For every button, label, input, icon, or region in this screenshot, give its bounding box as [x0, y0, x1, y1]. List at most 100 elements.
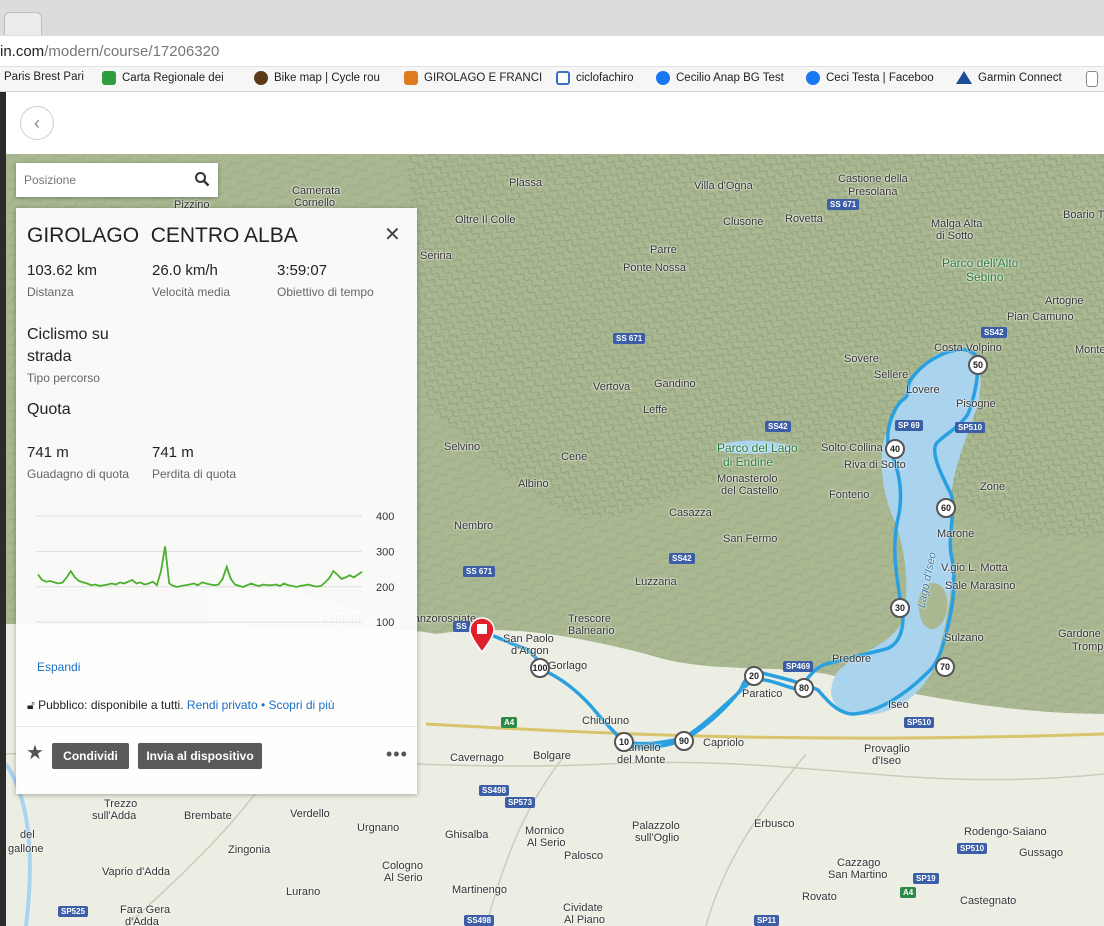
distance-label: Distanza [27, 285, 74, 299]
speed-label: Velocità media [152, 285, 231, 299]
map-place-label: Predore [832, 653, 872, 665]
map-place-label: Urgnano [357, 822, 400, 834]
send-to-device-button[interactable]: Invia al dispositivo [138, 743, 262, 769]
map-place-label: Mornico [525, 825, 565, 837]
map-place-label: Bolgare [533, 750, 571, 762]
road-shield: SS498 [479, 785, 510, 796]
map-place-label: Al Serio [384, 872, 423, 884]
map-place-label: Brembate [184, 810, 232, 822]
map-place-label: Selvino [444, 441, 481, 453]
map-place-label: Iseo [888, 699, 909, 711]
km-marker[interactable]: 70 [935, 657, 955, 677]
map-place-label: Riva di Solto [844, 459, 906, 471]
map-place-label: Gardone [1058, 628, 1101, 640]
facebook-icon [806, 71, 820, 85]
map-place-label: Trescore [568, 613, 611, 625]
road-shield: SP525 [58, 906, 89, 917]
bookmark-cecilio[interactable]: Cecilio Anap BG Test [656, 71, 784, 85]
map-place-label: Monasterolo [717, 473, 778, 485]
more-options-icon[interactable]: ••• [386, 744, 408, 765]
slash-icon [404, 71, 418, 85]
km-marker[interactable]: 50 [968, 355, 988, 375]
map-place-label: Trezzo [104, 798, 138, 810]
map-place-label: Capriolo [703, 737, 744, 749]
make-private-link[interactable]: Rendi privato [187, 698, 258, 712]
road-shield: SS 671 [463, 566, 496, 577]
url-text[interactable]: in.com/modern/course/17206320 [0, 43, 219, 60]
course-panel: GIROLAGO CENTRO ALBA ✕ 103.62 km Distanz… [16, 208, 417, 794]
back-button[interactable]: ‹ [20, 106, 54, 140]
km-marker[interactable]: 60 [936, 498, 956, 518]
km-marker[interactable]: 30 [890, 598, 910, 618]
speed-value: 26.0 km/h [152, 262, 218, 279]
bookmark-label: ciclofachiro [576, 72, 634, 84]
park-label: Sebino [966, 270, 1004, 284]
time-label: Obiettivo di tempo [277, 285, 374, 299]
expand-link[interactable]: Espandi [37, 660, 80, 674]
map-place-label: sull'Adda [92, 810, 137, 822]
close-icon[interactable]: ✕ [384, 222, 401, 247]
km-marker[interactable]: 40 [885, 439, 905, 459]
km-marker[interactable]: 20 [744, 666, 764, 686]
map-place-label: Martinengo [452, 884, 508, 896]
map-place-label: Sale Marasino [945, 580, 1016, 592]
search-icon[interactable] [194, 171, 210, 187]
public-text: Pubblico: disponibile a tutti. [38, 698, 184, 712]
map-place-label: Gorlago [548, 660, 588, 672]
facebook-icon [656, 71, 670, 85]
map-place-label: Vertova [593, 381, 631, 393]
address-bar[interactable]: in.com/modern/course/17206320 [0, 36, 1104, 67]
y-tick-label: 300 [376, 546, 394, 558]
map-place-label: di Sotto [936, 230, 974, 242]
start-pin-icon[interactable] [468, 617, 496, 653]
bookmark-paris-brest[interactable]: Paris Brest Pari [4, 71, 84, 83]
bookmark-ceci-testa[interactable]: Ceci Testa | Faceboo [806, 71, 934, 85]
map-place-label: Paratico [742, 688, 783, 700]
course-type-value: Ciclismo su strada [27, 326, 109, 365]
y-tick-label: 200 [376, 582, 394, 594]
bookmark-ciclofachiro[interactable]: ciclofachiro [556, 71, 634, 85]
map-place-label: Erbusco [754, 818, 795, 830]
map-place-label: Sellere [874, 369, 909, 381]
map-place-label: Artogne [1045, 295, 1084, 307]
location-search[interactable]: Posizione [16, 163, 218, 197]
road-shield: SS498 [464, 915, 495, 926]
map-place-label: Fara Gera [120, 904, 171, 916]
road-shield: SS42 [981, 327, 1007, 338]
bookmark-overflow[interactable] [1086, 71, 1104, 87]
bookmark-carta-regionale[interactable]: Carta Regionale dei [102, 71, 224, 85]
browser-tab-strip [0, 0, 1104, 37]
km-marker[interactable]: 90 [674, 731, 694, 751]
bookmark-bike-map[interactable]: Bike map | Cycle rou [254, 71, 380, 85]
map-place-label: Zone [980, 481, 1006, 493]
browser-tab[interactable] [4, 12, 42, 35]
km-marker[interactable]: 10 [614, 732, 634, 752]
map-place-label: Oltre Il Colle [455, 214, 516, 226]
map-place-label: Luzzana [635, 576, 677, 588]
map-place-label: Gandino [654, 378, 696, 390]
km-marker[interactable]: 100 [530, 658, 550, 678]
y-tick-label: 400 [376, 511, 394, 523]
bookmark-label: Paris Brest Pari [4, 71, 84, 83]
map-place-label: Cologno [382, 860, 423, 872]
map-place-label: Pian Camuno [1007, 311, 1074, 323]
map-place-label: Castegnato [960, 895, 1017, 907]
map-place-label: Villa d'Ogna [694, 180, 753, 192]
map-place-label: del [20, 829, 35, 841]
loss-label: Perdita di quota [152, 467, 237, 481]
map-place-label: Casazza [669, 507, 712, 519]
map-place-label: Verdello [290, 808, 330, 820]
bookmark-girolago[interactable]: GIROLAGO E FRANCI [404, 71, 542, 85]
map-place-label: del Castello [721, 485, 779, 497]
map-place-label: Palosco [564, 850, 604, 862]
km-marker[interactable]: 80 [794, 678, 814, 698]
map-place-label: Al Serio [527, 837, 566, 849]
star-icon[interactable]: ★ [26, 740, 44, 765]
road-shield: SP510 [957, 843, 988, 854]
bookmark-garmin[interactable]: Garmin Connect [956, 71, 1062, 84]
map-place-label: Provaglio [864, 743, 910, 755]
map-place-label: Vaprio d'Adda [102, 866, 170, 878]
learn-more-link[interactable]: • Scopri di più [261, 698, 335, 712]
share-button[interactable]: Condividi [52, 743, 129, 769]
bookmark-label: Garmin Connect [978, 71, 1062, 84]
